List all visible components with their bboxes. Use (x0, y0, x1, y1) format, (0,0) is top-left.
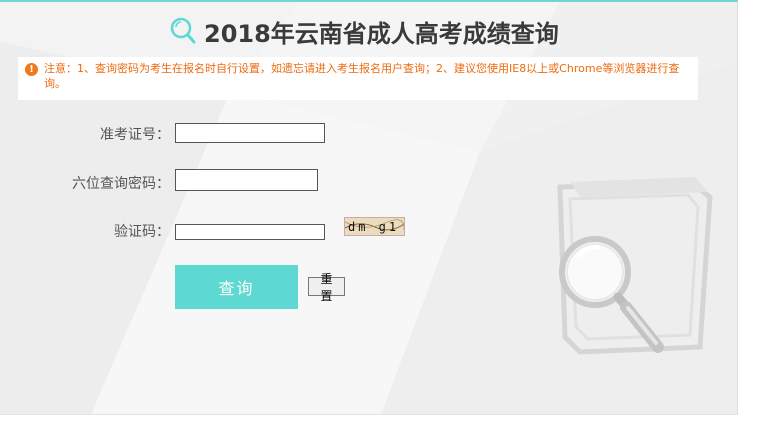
query-button[interactable]: 查询 (175, 265, 298, 309)
password-label: 六位查询密码： (72, 176, 170, 192)
captcha-text: dm g1 (348, 220, 399, 234)
captcha-label: 验证码： (114, 224, 170, 240)
reset-button[interactable]: 重置 (308, 272, 345, 303)
page-title: 2018年云南省成人高考成绩查询 (170, 14, 559, 48)
notice-box: ! 注意：1、查询密码为考生在报名时自行设置，如遗忘请进入考生报名用户查询；2、… (18, 57, 698, 100)
search-icon (170, 17, 196, 44)
captcha-input[interactable] (175, 224, 325, 240)
notice-text: 注意：1、查询密码为考生在报名时自行设置，如遗忘请进入考生报名用户查询；2、建议… (44, 62, 680, 90)
captcha-graphic: dm g1 (344, 218, 405, 235)
title-text: 2018年云南省成人高考成绩查询 (204, 19, 559, 48)
page: 2018年云南省成人高考成绩查询 ! 注意：1、查询密码为考生在报名时自行设置，… (0, 0, 778, 433)
exam-id-label: 准考证号： (100, 127, 170, 143)
exclamation-icon: ! (25, 63, 38, 76)
captcha-image[interactable]: dm g1 (344, 217, 405, 236)
exam-id-input[interactable] (175, 123, 325, 143)
magnifier-illustration (557, 177, 713, 355)
query-panel: 2018年云南省成人高考成绩查询 ! 注意：1、查询密码为考生在报名时自行设置，… (0, 0, 738, 415)
password-input[interactable] (175, 169, 318, 191)
